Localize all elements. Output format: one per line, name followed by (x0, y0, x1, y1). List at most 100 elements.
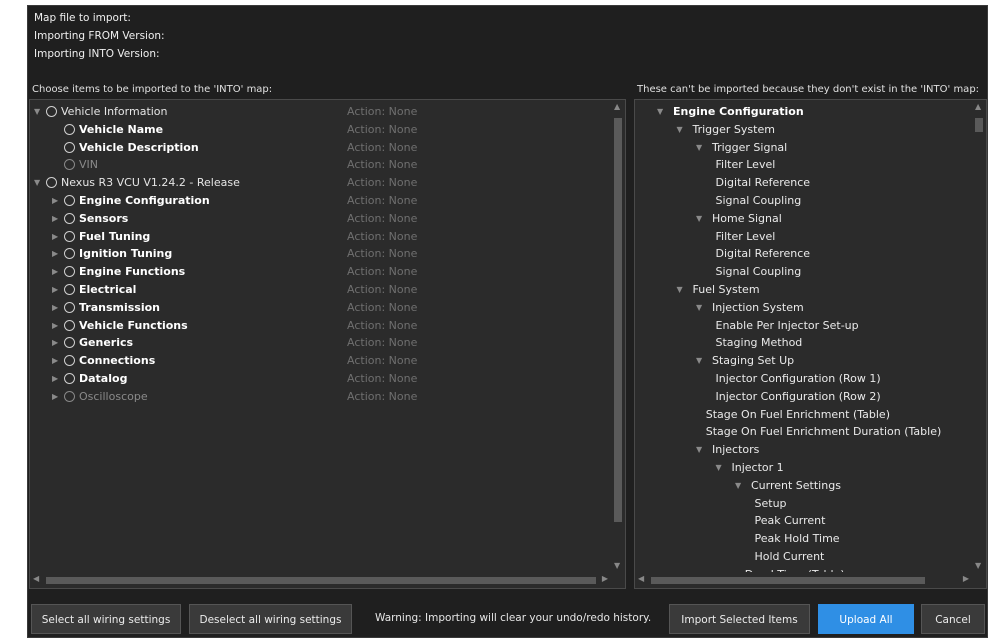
select-radio[interactable] (64, 141, 75, 153)
tree-row[interactable]: ▶ Ignition Tuning Action: None (30, 245, 611, 263)
expand-right-icon[interactable]: ▶ (52, 210, 58, 228)
expand-right-icon[interactable]: ▶ (52, 370, 58, 388)
tree-row[interactable]: ▶ Transmission Action: None (30, 299, 611, 317)
tree-row[interactable]: Digital Reference (635, 245, 972, 263)
select-all-wiring-button[interactable]: Select all wiring settings (31, 604, 181, 634)
tree-row[interactable]: Vehicle Name Action: None (30, 121, 611, 139)
tree-row[interactable]: Stage On Fuel Enrichment Duration (Table… (635, 423, 972, 441)
select-radio[interactable] (64, 248, 75, 260)
tree-row[interactable]: Stage On Fuel Enrichment (Table) (635, 406, 972, 424)
tree-row[interactable]: ▼ Trigger System (635, 121, 972, 139)
tree-row[interactable]: Injector Configuration (Row 1) (635, 370, 972, 388)
tree-row[interactable]: ▼ Injection System (635, 299, 972, 317)
expand-down-icon[interactable]: ▼ (696, 139, 702, 157)
scroll-right-icon[interactable]: ▶ (602, 574, 608, 583)
scroll-up-icon[interactable]: ▲ (614, 102, 620, 111)
left-hscroll-thumb[interactable] (46, 577, 596, 584)
select-radio[interactable] (46, 177, 57, 189)
tree-row[interactable]: Hold Current (635, 548, 972, 566)
tree-row[interactable]: Setup (635, 495, 972, 513)
tree-row[interactable]: ▶ Sensors Action: None (30, 210, 611, 228)
expand-down-icon[interactable]: ▼ (657, 103, 663, 121)
tree-row[interactable]: ▶ Connections Action: None (30, 352, 611, 370)
non-importable-items-tree[interactable]: ▼ Engine Configuration ▼ Trigger System ▼ Tri… (634, 99, 987, 589)
tree-row[interactable]: Enable Per Injector Set-up (635, 317, 972, 335)
scroll-down-icon[interactable]: ▼ (975, 561, 981, 570)
tree-row[interactable]: Signal Coupling (635, 263, 972, 281)
expand-down-icon[interactable]: ▼ (735, 477, 741, 495)
expand-right-icon[interactable]: ▶ (52, 245, 58, 263)
expand-down-icon[interactable]: ▼ (716, 459, 722, 477)
select-radio[interactable] (64, 337, 75, 349)
select-radio[interactable] (46, 106, 57, 117)
tree-row[interactable]: Filter Level (635, 156, 972, 174)
select-radio[interactable] (64, 373, 75, 384)
expand-right-icon[interactable]: ▶ (52, 388, 58, 406)
expand-right-icon[interactable]: ▶ (52, 299, 58, 317)
select-radio[interactable] (64, 230, 75, 242)
tree-row[interactable]: Staging Method (635, 334, 972, 352)
tree-row[interactable]: Digital Reference (635, 174, 972, 192)
expand-right-icon[interactable]: ▶ (52, 263, 58, 281)
tree-row[interactable]: VIN Action: None (30, 156, 611, 174)
select-radio[interactable] (64, 319, 75, 331)
left-vertical-scrollbar[interactable]: ▲ ▼ (611, 100, 625, 572)
tree-row[interactable]: ▶ Generics Action: None (30, 334, 611, 352)
select-radio[interactable] (64, 123, 75, 135)
tree-row[interactable]: ▶ Fuel Tuning Action: None (30, 228, 611, 246)
expand-down-icon[interactable]: ▼ (696, 210, 702, 228)
tree-row[interactable]: ▼ Nexus R3 VCU V1.24.2 - Release Action: N… (30, 174, 611, 192)
right-vscroll-thumb[interactable] (975, 118, 983, 132)
scroll-left-icon[interactable]: ◀ (33, 574, 39, 583)
tree-row[interactable]: ▼ Home Signal (635, 210, 972, 228)
tree-row[interactable]: ▼ Staging Set Up (635, 352, 972, 370)
expand-right-icon[interactable]: ▶ (52, 352, 58, 370)
select-radio[interactable] (64, 159, 75, 171)
select-radio[interactable] (64, 355, 75, 367)
scroll-right-icon[interactable]: ▶ (963, 574, 969, 583)
scroll-left-icon[interactable]: ◀ (638, 574, 644, 583)
tree-row[interactable]: ▶ Datalog Action: None (30, 370, 611, 388)
tree-row[interactable]: ▶ Oscilloscope Action: None (30, 388, 611, 406)
tree-row[interactable]: ▼ Fuel System (635, 281, 972, 299)
expand-down-icon[interactable]: ▼ (696, 352, 702, 370)
tree-row[interactable]: Injector Configuration (Row 2) (635, 388, 972, 406)
right-vertical-scrollbar[interactable]: ▲ ▼ (972, 100, 986, 572)
tree-row[interactable]: ▶ Electrical Action: None (30, 281, 611, 299)
select-radio[interactable] (64, 301, 75, 313)
scroll-down-icon[interactable]: ▼ (614, 561, 620, 570)
select-radio[interactable] (64, 212, 75, 224)
right-horizontal-scrollbar[interactable]: ◀ ▶ (635, 572, 972, 588)
tree-row[interactable]: ▼ Injector 1 (635, 459, 972, 477)
expand-right-icon[interactable]: ▶ (52, 281, 58, 299)
select-radio[interactable] (64, 284, 75, 295)
expand-down-icon[interactable]: ▼ (696, 441, 702, 459)
expand-right-icon[interactable]: ▶ (52, 317, 58, 335)
tree-row[interactable]: ▼ Injectors (635, 441, 972, 459)
expand-down-icon[interactable]: ▼ (34, 103, 40, 121)
tree-row[interactable]: Peak Current (635, 512, 972, 530)
expand-right-icon[interactable]: ▶ (52, 192, 58, 210)
expand-down-icon[interactable]: ▼ (34, 174, 40, 192)
importable-items-tree[interactable]: ▼ Vehicle Information Action: None Vehicle … (29, 99, 626, 589)
tree-row[interactable]: ▶ Engine Configuration Action: None (30, 192, 611, 210)
expand-right-icon[interactable]: ▶ (52, 334, 58, 352)
tree-row[interactable]: ▼ Current Settings (635, 477, 972, 495)
tree-row[interactable]: ▼ Engine Configuration (635, 103, 972, 121)
cancel-button[interactable]: Cancel (921, 604, 985, 634)
select-radio[interactable] (64, 390, 75, 402)
left-horizontal-scrollbar[interactable]: ◀ ▶ (30, 572, 611, 588)
select-radio[interactable] (64, 195, 75, 206)
expand-right-icon[interactable]: ▶ (52, 228, 58, 246)
tree-row[interactable]: ▼ Vehicle Information Action: None (30, 103, 611, 121)
tree-row[interactable]: Signal Coupling (635, 192, 972, 210)
tree-row[interactable]: ▶ Vehicle Functions Action: None (30, 317, 611, 335)
left-vscroll-thumb[interactable] (614, 118, 622, 522)
expand-down-icon[interactable]: ▼ (677, 121, 683, 139)
scroll-up-icon[interactable]: ▲ (975, 102, 981, 111)
upload-all-button[interactable]: Upload All (818, 604, 914, 634)
import-selected-button[interactable]: Import Selected Items (669, 604, 810, 634)
right-hscroll-thumb[interactable] (651, 577, 925, 584)
tree-row[interactable]: ▼ Trigger Signal (635, 139, 972, 157)
expand-down-icon[interactable]: ▼ (696, 299, 702, 317)
